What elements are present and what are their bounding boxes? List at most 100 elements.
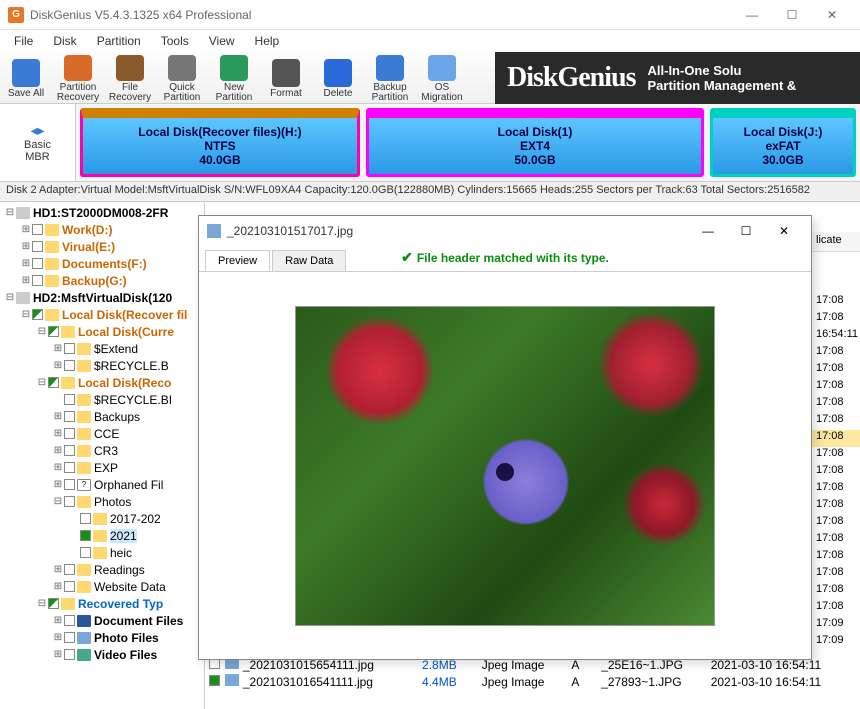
menu-partition[interactable]: Partition [87, 32, 151, 50]
tool-format[interactable]: Format [260, 53, 312, 103]
tab-preview[interactable]: Preview [205, 250, 270, 271]
checkbox[interactable] [64, 615, 75, 626]
expand-icon[interactable]: ⊞ [52, 649, 64, 660]
tree-item[interactable]: ⊞$Extend [0, 340, 204, 357]
checkbox[interactable] [32, 275, 43, 286]
tree-item[interactable]: ⊟Local Disk(Curre [0, 323, 204, 340]
checkbox[interactable] [64, 462, 75, 473]
preview-minimize-button[interactable]: — [689, 217, 727, 245]
checkbox[interactable] [64, 428, 75, 439]
checkbox[interactable] [32, 258, 43, 269]
checkbox[interactable] [64, 564, 75, 575]
tool-os-migration[interactable]: OS Migration [416, 53, 468, 103]
preview-titlebar[interactable]: _202103101517017.jpg — ☐ ✕ [199, 216, 811, 246]
file-row[interactable]: _2021031016541111.jpg 4.4MB Jpeg Image A… [205, 673, 860, 690]
tool-file-recovery[interactable]: FileRecovery [104, 53, 156, 103]
maximize-button[interactable]: ☐ [772, 1, 812, 29]
tree-item[interactable]: ⊞CCE [0, 425, 204, 442]
tool-new-partition[interactable]: NewPartition [208, 53, 260, 103]
expand-icon[interactable]: ⊟ [4, 207, 16, 218]
close-button[interactable]: ✕ [812, 1, 852, 29]
expand-icon[interactable]: ⊞ [52, 479, 64, 490]
checkbox[interactable] [64, 394, 75, 405]
menu-view[interactable]: View [199, 32, 245, 50]
disk-selector[interactable]: ◂▸ Basic MBR [0, 104, 76, 181]
tree-item[interactable]: ⊞Photo Files [0, 629, 204, 646]
expand-icon[interactable]: ⊞ [52, 462, 64, 473]
tool-delete[interactable]: Delete [312, 53, 364, 103]
tree-item[interactable]: ⊞Documents(F:) [0, 255, 204, 272]
checkbox[interactable] [64, 411, 75, 422]
checkbox[interactable] [32, 224, 43, 235]
expand-icon[interactable]: ⊞ [52, 411, 64, 422]
checkbox[interactable] [32, 309, 43, 320]
checkbox[interactable] [64, 479, 75, 490]
expand-icon[interactable]: ⊞ [52, 428, 64, 439]
tree-item[interactable]: ⊞CR3 [0, 442, 204, 459]
preview-maximize-button[interactable]: ☐ [727, 217, 765, 245]
expand-icon[interactable]: ⊞ [52, 564, 64, 575]
tree-item[interactable]: ⊞Virual(E:) [0, 238, 204, 255]
partition-0[interactable]: Local Disk(Recover files)(H:)NTFS40.0GB [80, 108, 360, 177]
expand-icon[interactable]: ⊟ [36, 598, 48, 609]
checkbox[interactable] [48, 598, 59, 609]
checkbox[interactable] [64, 343, 75, 354]
expand-icon[interactable]: ⊞ [20, 258, 32, 269]
expand-icon[interactable]: ⊟ [36, 326, 48, 337]
file-checkbox[interactable] [209, 675, 220, 686]
expand-icon[interactable]: ⊞ [52, 632, 64, 643]
expand-icon[interactable]: ⊟ [4, 292, 16, 303]
expand-icon[interactable]: ⊟ [36, 377, 48, 388]
expand-icon[interactable]: ⊞ [20, 224, 32, 235]
folder-tree[interactable]: ⊟HD1:ST2000DM008-2FR⊞Work(D:)⊞Virual(E:)… [0, 202, 205, 709]
tree-item[interactable]: ⊟HD2:MsftVirtualDisk(120 [0, 289, 204, 306]
tree-item[interactable]: ⊞EXP [0, 459, 204, 476]
checkbox[interactable] [80, 530, 91, 541]
tree-item[interactable]: ⊞Work(D:) [0, 221, 204, 238]
checkbox[interactable] [64, 632, 75, 643]
tree-item[interactable]: ⊟Recovered Typ [0, 595, 204, 612]
tab-raw-data[interactable]: Raw Data [272, 250, 346, 271]
preview-close-button[interactable]: ✕ [765, 217, 803, 245]
tool-partition-recovery[interactable]: PartitionRecovery [52, 53, 104, 103]
checkbox[interactable] [80, 547, 91, 558]
tree-item[interactable]: ⊞$RECYCLE.B [0, 357, 204, 374]
checkbox[interactable] [64, 581, 75, 592]
expand-icon[interactable]: ⊟ [20, 309, 32, 320]
partition-1[interactable]: Local Disk(1)EXT450.0GB [366, 108, 704, 177]
tree-item[interactable]: ⊞Backup(G:) [0, 272, 204, 289]
tree-item[interactable]: ⊞?Orphaned Fil [0, 476, 204, 493]
checkbox[interactable] [64, 496, 75, 507]
minimize-button[interactable]: — [732, 1, 772, 29]
tree-item[interactable]: 2017-202 [0, 510, 204, 527]
checkbox[interactable] [64, 649, 75, 660]
tree-item[interactable]: ⊞Video Files [0, 646, 204, 663]
partition-2[interactable]: Local Disk(J:)exFAT30.0GB [710, 108, 856, 177]
expand-icon[interactable]: ⊞ [52, 445, 64, 456]
tree-item[interactable]: ⊟Photos [0, 493, 204, 510]
tree-item[interactable]: ⊟Local Disk(Recover fil [0, 306, 204, 323]
tree-item[interactable]: 2021 [0, 527, 204, 544]
checkbox[interactable] [64, 445, 75, 456]
expand-icon[interactable]: ⊞ [52, 343, 64, 354]
expand-icon[interactable]: ⊞ [52, 581, 64, 592]
tool-save-all[interactable]: Save All [0, 53, 52, 103]
tree-item[interactable]: heic [0, 544, 204, 561]
checkbox[interactable] [80, 513, 91, 524]
menu-tools[interactable]: Tools [151, 32, 199, 50]
expand-icon[interactable]: ⊞ [52, 615, 64, 626]
menu-help[interactable]: Help [245, 32, 290, 50]
tree-item[interactable]: ⊟Local Disk(Reco [0, 374, 204, 391]
checkbox[interactable] [48, 326, 59, 337]
tree-item[interactable]: ⊞Backups [0, 408, 204, 425]
tree-item[interactable]: $RECYCLE.BI [0, 391, 204, 408]
checkbox[interactable] [64, 360, 75, 371]
expand-icon[interactable]: ⊟ [52, 496, 64, 507]
expand-icon[interactable]: ⊞ [52, 360, 64, 371]
tool-quick-partition[interactable]: QuickPartition [156, 53, 208, 103]
tree-item[interactable]: ⊞Readings [0, 561, 204, 578]
tree-item[interactable]: ⊞Website Data [0, 578, 204, 595]
nav-arrows-icon[interactable]: ◂▸ [30, 122, 44, 139]
checkbox[interactable] [48, 377, 59, 388]
tree-item[interactable]: ⊟HD1:ST2000DM008-2FR [0, 204, 204, 221]
